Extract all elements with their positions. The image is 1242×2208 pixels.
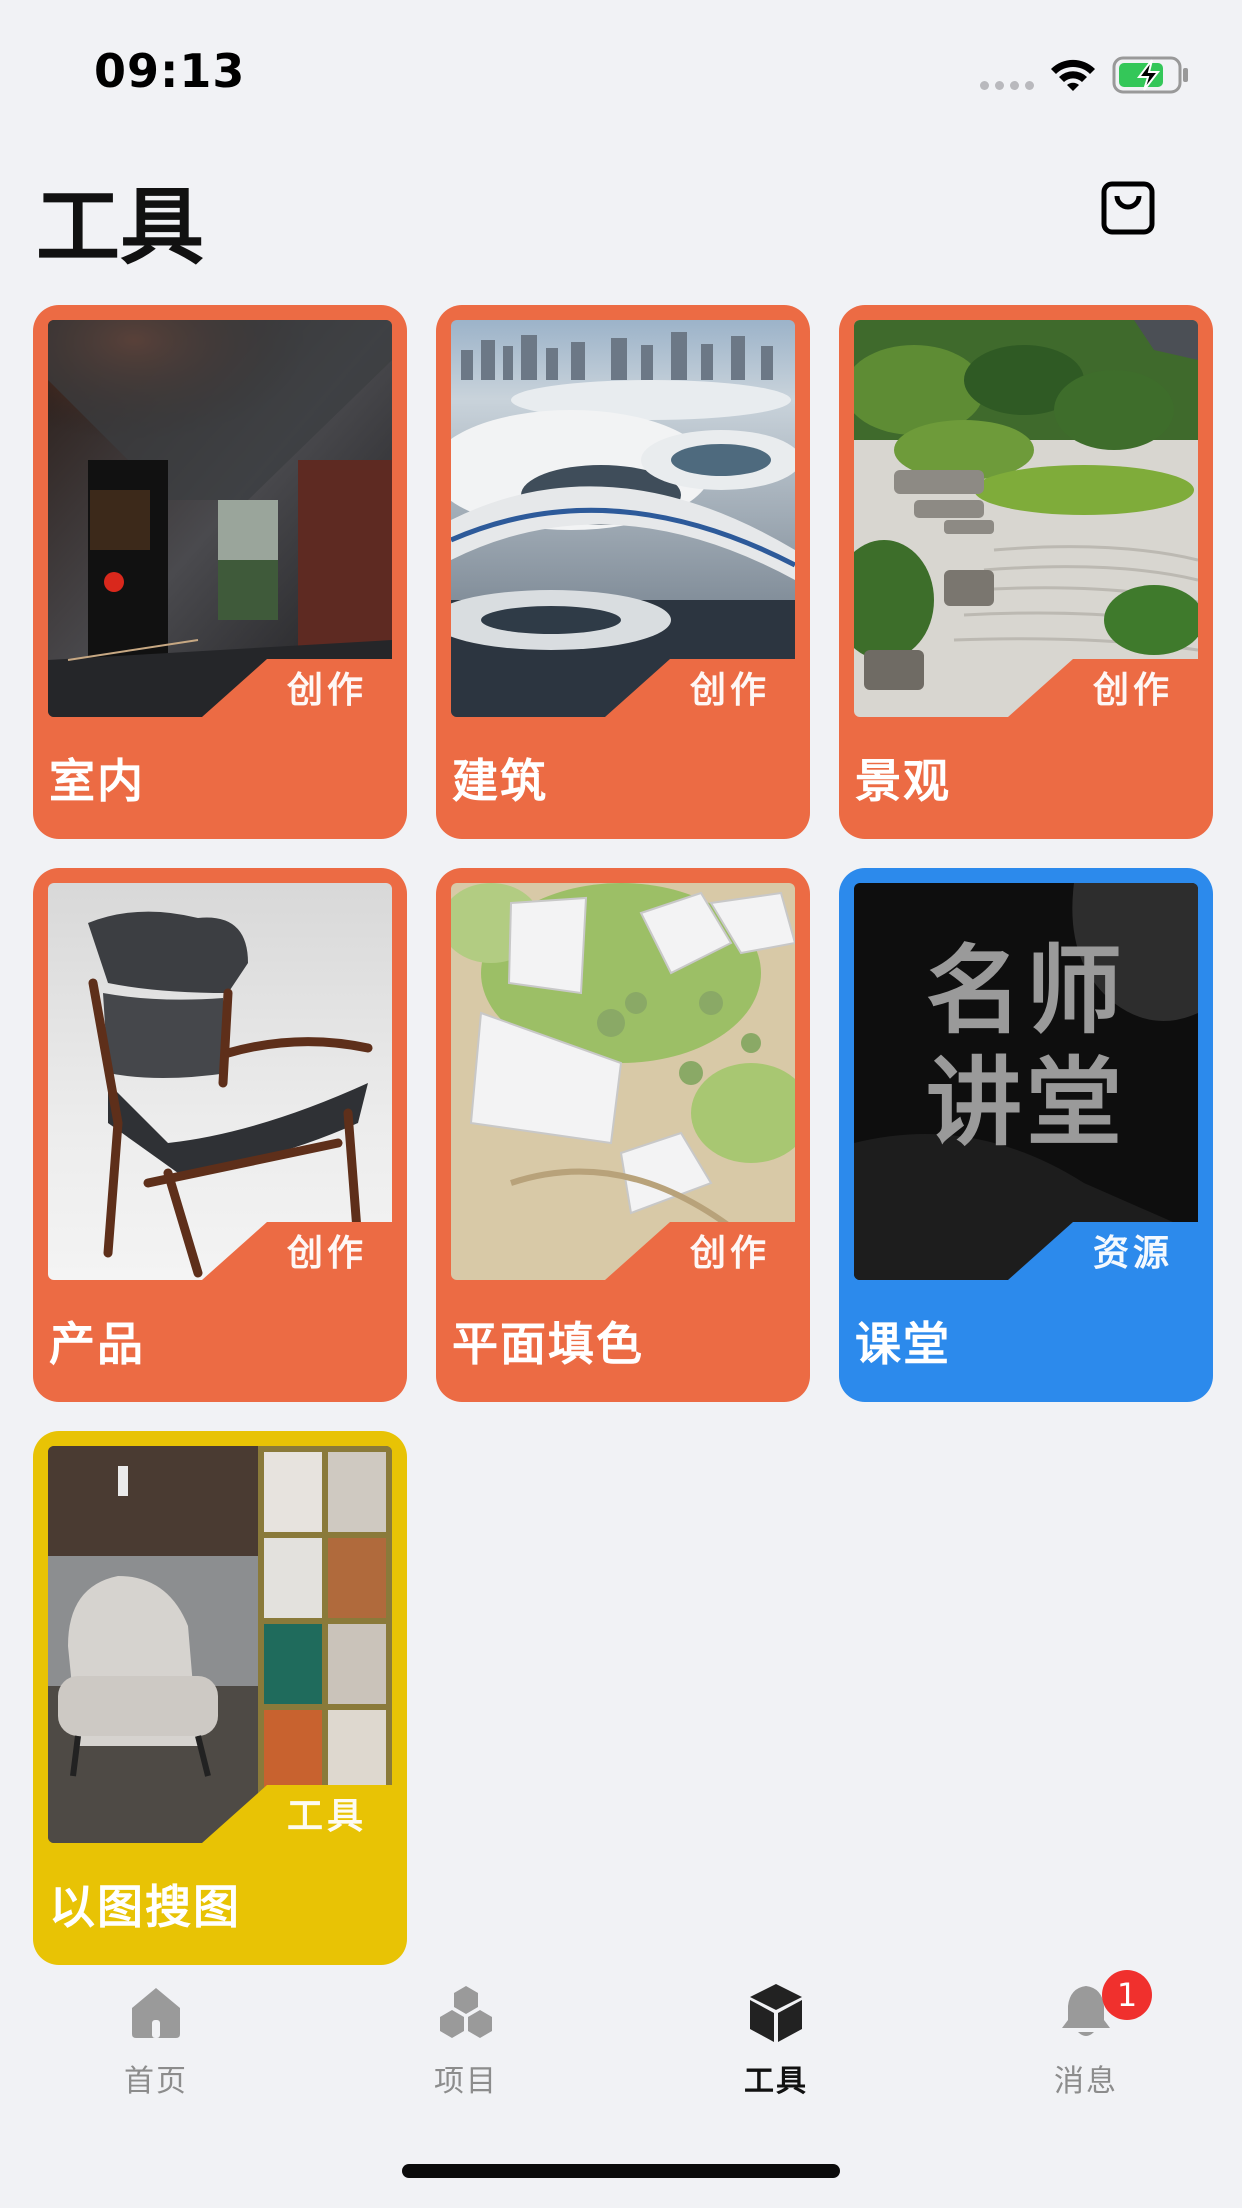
home-icon bbox=[132, 1988, 180, 2038]
card-tag: 工具 bbox=[286, 1796, 367, 1837]
card-tag: 创作 bbox=[689, 1233, 770, 1274]
card-tag: 创作 bbox=[286, 1233, 367, 1274]
tool-card-classroom[interactable]: 名师 讲堂 资源 课堂 bbox=[839, 868, 1213, 1402]
architecture-image bbox=[451, 320, 795, 717]
card-tag: 创作 bbox=[689, 670, 770, 711]
tool-card-landscape[interactable]: 创作 景观 bbox=[839, 305, 1213, 839]
wifi-icon bbox=[1051, 59, 1095, 91]
tool-card-plan-coloring[interactable]: 创作 平面填色 bbox=[436, 868, 810, 1402]
card-label: 平面填色 bbox=[452, 1317, 644, 1371]
landscape-image bbox=[854, 320, 1198, 717]
project-icon bbox=[440, 1986, 492, 2038]
card-label: 建筑 bbox=[452, 754, 548, 808]
notification-badge: 1 bbox=[1102, 1970, 1152, 2020]
tool-card-image-search[interactable]: 工具 以图搜图 bbox=[33, 1431, 407, 1965]
tab-messages-label: 消息 bbox=[1054, 2064, 1118, 2099]
product-image bbox=[48, 883, 392, 1280]
battery-charging-icon bbox=[1112, 56, 1188, 94]
status-bar: 09:13 bbox=[0, 0, 1242, 140]
card-label: 景观 bbox=[855, 754, 951, 808]
page-title: 工具 bbox=[36, 178, 205, 276]
card-tag: 资源 bbox=[1092, 1233, 1173, 1274]
interior-image bbox=[48, 320, 392, 717]
tab-home[interactable]: 首页 bbox=[76, 1980, 236, 2100]
cube-icon bbox=[750, 1984, 802, 2042]
image-search-image bbox=[48, 1446, 392, 1843]
tab-messages[interactable]: 1 消息 bbox=[1006, 1970, 1166, 2100]
tool-card-architecture[interactable]: 创作 建筑 bbox=[436, 305, 810, 839]
shopping-bag-icon[interactable] bbox=[1100, 180, 1156, 236]
classroom-image-title-line2: 讲堂 bbox=[926, 1047, 1126, 1159]
tab-home-label: 首页 bbox=[124, 2064, 188, 2099]
card-tag: 创作 bbox=[286, 670, 367, 711]
card-label: 产品 bbox=[49, 1317, 145, 1371]
card-label: 课堂 bbox=[855, 1317, 951, 1371]
card-label: 室内 bbox=[49, 754, 145, 808]
status-time: 09:13 bbox=[94, 44, 246, 98]
card-tag: 创作 bbox=[1092, 670, 1173, 711]
classroom-image-title-line1: 名师 bbox=[926, 935, 1126, 1047]
card-label: 以图搜图 bbox=[49, 1880, 241, 1934]
plan-coloring-image bbox=[451, 883, 795, 1280]
tool-card-interior[interactable]: 创作 室内 bbox=[33, 305, 407, 839]
home-indicator bbox=[402, 2164, 840, 2178]
tool-card-product[interactable]: 创作 产品 bbox=[33, 868, 407, 1402]
classroom-image: 名师 讲堂 bbox=[854, 883, 1198, 1280]
cellular-signal-icon bbox=[980, 81, 1036, 91]
tab-tools[interactable]: 工具 bbox=[696, 1980, 856, 2100]
tab-project-label: 项目 bbox=[434, 2064, 498, 2099]
tab-project[interactable]: 项目 bbox=[386, 1980, 546, 2100]
tab-tools-label: 工具 bbox=[744, 2064, 808, 2099]
